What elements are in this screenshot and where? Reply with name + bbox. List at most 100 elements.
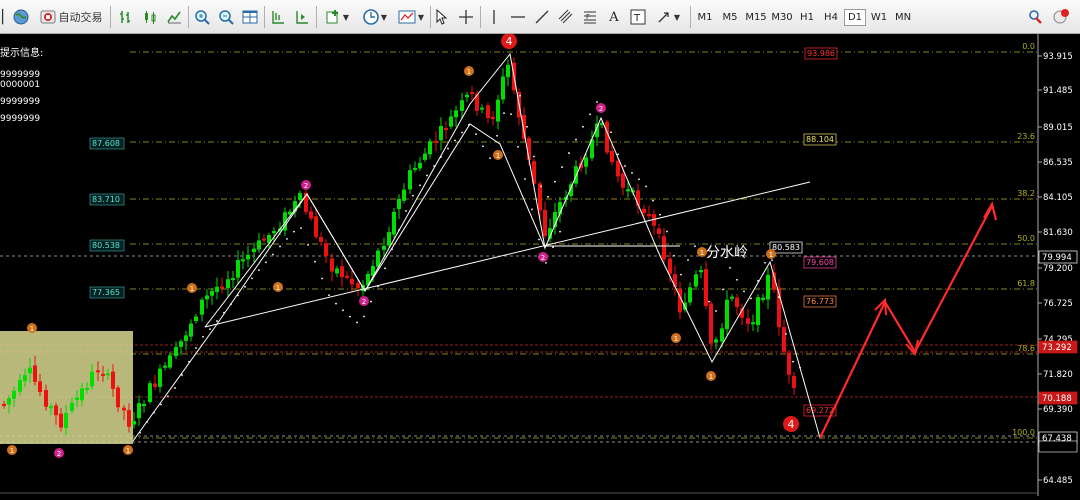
price-tick-label: 84.105 xyxy=(1043,193,1073,203)
timeframe-h4-button[interactable]: H4 xyxy=(820,9,842,26)
sar-dot xyxy=(666,230,668,233)
autoscroll-icon[interactable] xyxy=(292,7,312,27)
chart-shift-icon[interactable] xyxy=(268,7,288,27)
tile-windows-icon[interactable] xyxy=(240,7,260,27)
sar-dot xyxy=(209,328,211,331)
zoom-out-icon[interactable] xyxy=(216,7,236,27)
candle-body xyxy=(668,258,672,274)
candle-body xyxy=(85,387,89,390)
crosshair-icon[interactable] xyxy=(456,7,476,27)
candle-body xyxy=(184,335,188,341)
candle-body xyxy=(122,407,126,411)
timeframe-m15-button[interactable]: M15 xyxy=(744,9,768,26)
sar-dot xyxy=(680,273,682,276)
sar-dot xyxy=(771,259,773,262)
sar-dot xyxy=(202,335,204,338)
fibonacci-icon[interactable]: F xyxy=(580,7,600,27)
candle-body xyxy=(376,250,380,267)
candlestick-icon[interactable] xyxy=(140,7,160,27)
candle-body xyxy=(418,162,422,169)
candle-body xyxy=(194,316,198,322)
info-panel-title: 提示信息: xyxy=(0,48,44,59)
indicators-button[interactable]: ▼ xyxy=(320,7,354,27)
periods-button[interactable]: ▼ xyxy=(358,7,392,27)
candle-body xyxy=(792,375,796,389)
price-marker-label: 79.994 xyxy=(1042,253,1072,263)
candle-body xyxy=(210,290,214,296)
templates-button[interactable]: ▼ xyxy=(394,7,428,27)
toolbar: ▏ 自动交易 ▼ ▼ ▼ F A T ▼ M1 M5 M15 M30 H1 H4… xyxy=(0,0,1080,34)
candle-body xyxy=(142,403,146,406)
candle-body xyxy=(90,371,94,387)
candle-body xyxy=(345,275,349,278)
candle-body xyxy=(402,189,406,201)
sar-dot xyxy=(321,277,323,280)
price-tick-label: 69.390 xyxy=(1043,405,1073,415)
sar-dot xyxy=(729,266,731,269)
timeframe-w1-button[interactable]: W1 xyxy=(868,9,890,26)
sar-dot xyxy=(519,94,521,97)
candle-body xyxy=(714,339,718,343)
candle-body xyxy=(746,318,750,324)
sar-dot xyxy=(433,165,435,167)
candle-body xyxy=(720,328,724,342)
timeframe-m1-button[interactable]: M1 xyxy=(694,9,716,26)
timeframe-h1-button[interactable]: H1 xyxy=(796,9,818,26)
timeframe-m30-button[interactable]: M30 xyxy=(770,9,794,26)
candle-body xyxy=(12,390,16,399)
text-box-icon[interactable]: T xyxy=(628,7,648,27)
candle-body xyxy=(205,295,209,300)
auto-trading-button[interactable]: 自动交易 xyxy=(35,7,107,27)
candle-body xyxy=(761,297,765,300)
sar-dot xyxy=(750,297,752,300)
candle-body xyxy=(23,375,27,382)
sar-dot xyxy=(554,180,556,183)
zoom-in-icon[interactable] xyxy=(192,7,212,27)
candle-body xyxy=(694,274,698,287)
timeframe-m5-button[interactable]: M5 xyxy=(718,9,742,26)
candle-body xyxy=(522,115,526,139)
globe-icon[interactable] xyxy=(12,7,30,27)
sar-dot xyxy=(258,269,260,272)
notifications-icon[interactable] xyxy=(1050,7,1072,27)
arrows-button[interactable]: ▼ xyxy=(652,7,684,27)
horizontal-line-icon[interactable] xyxy=(508,7,528,27)
line-chart-icon[interactable] xyxy=(164,7,184,27)
sar-dot xyxy=(589,113,591,116)
template-icon xyxy=(398,10,416,24)
bar-chart-icon[interactable] xyxy=(116,7,136,27)
candle-body xyxy=(153,383,157,387)
price-tick-label: 86.535 xyxy=(1043,158,1073,168)
candle-body xyxy=(787,352,791,375)
candle-body xyxy=(449,116,453,127)
candle-body xyxy=(408,170,412,190)
text-label-icon[interactable]: A xyxy=(604,7,624,27)
cursor-icon[interactable] xyxy=(432,7,452,27)
wave-label: 1 xyxy=(674,335,678,343)
right-level-label: 76.773 xyxy=(806,297,834,306)
candle-body xyxy=(236,260,240,278)
wave-label: 4 xyxy=(506,35,513,48)
sar-dot xyxy=(561,166,563,168)
sar-dot xyxy=(237,294,239,297)
toolbar-edge-icon[interactable]: ▏ xyxy=(2,7,12,27)
sar-dot xyxy=(533,155,535,158)
search-icon[interactable] xyxy=(1024,7,1046,27)
trendline-icon[interactable] xyxy=(532,7,552,27)
vertical-line-icon[interactable] xyxy=(484,7,504,27)
sar-dot xyxy=(174,387,176,389)
channel-icon[interactable] xyxy=(556,7,576,27)
sar-dot xyxy=(279,245,281,248)
price-chart[interactable]: 93.915 91.485 89.015 86.535 84.105 81.630 79.2… xyxy=(0,33,1080,496)
candle-body xyxy=(382,245,386,250)
sar-dot xyxy=(139,431,141,434)
sar-dot xyxy=(496,134,498,137)
candle-body xyxy=(80,388,84,401)
price-tick-label: 64.485 xyxy=(1043,476,1073,486)
candle-body xyxy=(434,140,438,143)
price-tick-label: 81.630 xyxy=(1043,228,1073,238)
timeframe-d1-button[interactable]: D1 xyxy=(844,9,866,26)
timeframe-mn-button[interactable]: MN xyxy=(892,9,914,26)
chart-canvas[interactable]: 93.915 91.485 89.015 86.535 84.105 81.630 79.2… xyxy=(0,33,1080,496)
sar-dot xyxy=(552,246,554,249)
